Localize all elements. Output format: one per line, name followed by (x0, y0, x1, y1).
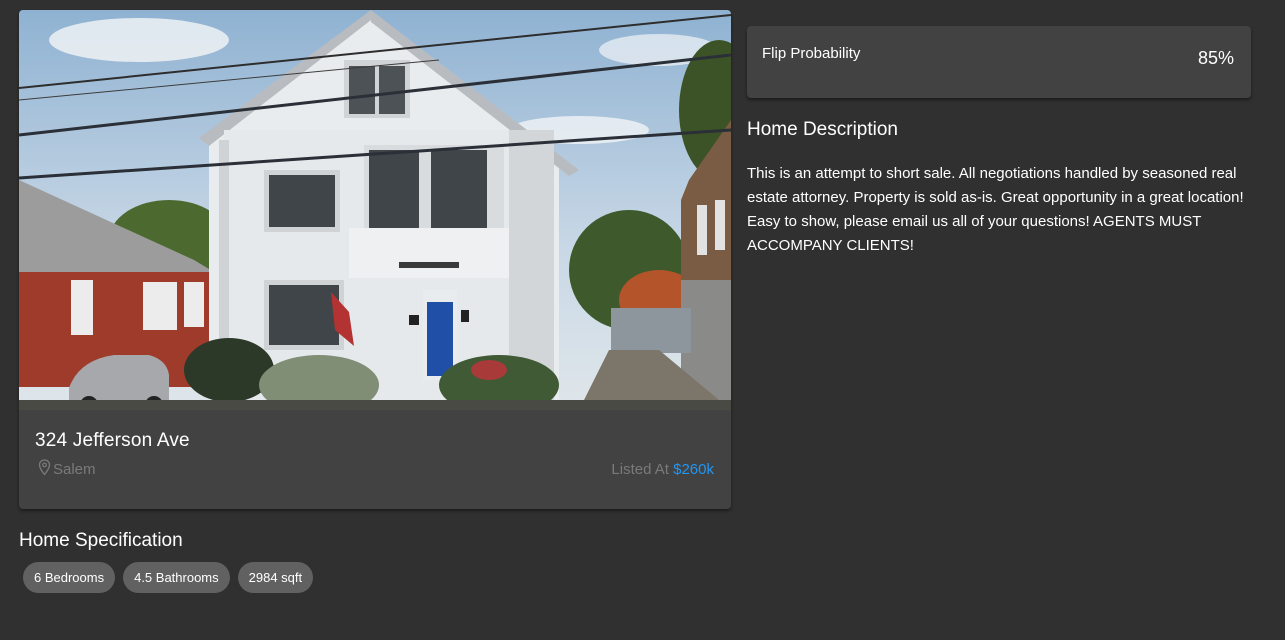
home-description-text: This is an attempt to short sale. All ne… (747, 165, 1244, 254)
home-specification-title: Home Specification (19, 530, 183, 551)
listing-card[interactable]: 324 Jefferson Ave Salem Listed At $260k (19, 10, 731, 509)
sqft-chip[interactable]: 2984 sqft (237, 562, 314, 593)
flip-probability-label: Flip Probability (762, 45, 861, 62)
house-photo (19, 10, 731, 410)
map-pin-icon (38, 459, 51, 476)
bathrooms-chip[interactable]: 4.5 Bathrooms (123, 562, 230, 593)
specification-chips: 6 Bedrooms 4.5 Bathrooms 2984 sqft (23, 562, 321, 593)
listing-location: Salem (38, 459, 96, 478)
listed-at-label: Listed At (611, 461, 669, 478)
home-description-title: Home Description (747, 119, 898, 140)
flip-probability-value: 85% (1197, 48, 1234, 68)
listing-price: $260k (673, 461, 714, 478)
bedrooms-chip[interactable]: 6 Bedrooms (23, 562, 116, 593)
listing-price-line: Listed At $260k (611, 461, 714, 478)
flip-probability-card: Flip Probability 85% (747, 26, 1251, 98)
listing-city: Salem (53, 461, 96, 478)
listing-address: 324 Jefferson Ave (35, 430, 190, 451)
